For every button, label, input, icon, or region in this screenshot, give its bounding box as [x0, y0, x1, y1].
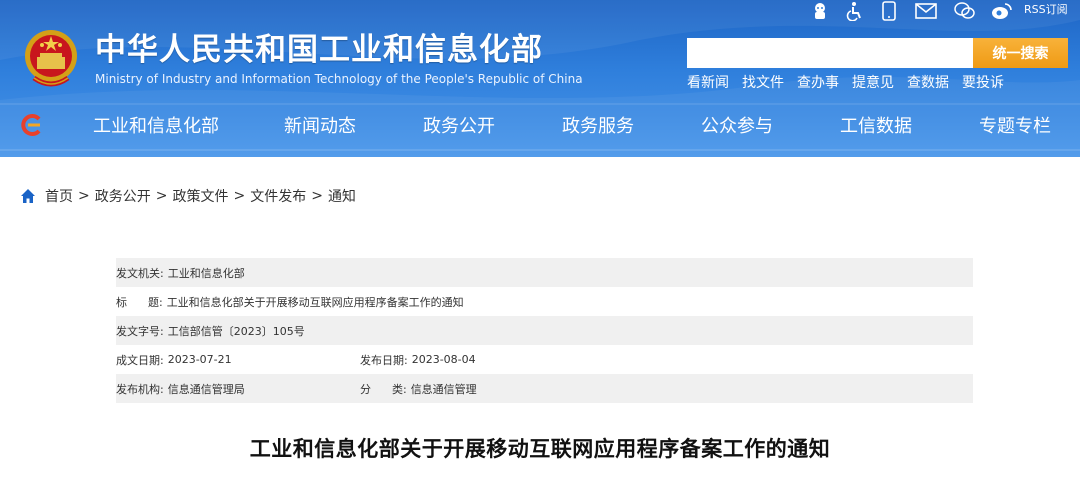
weibo-icon[interactable] — [990, 0, 1014, 22]
search-button[interactable]: 统一搜索 — [973, 38, 1068, 68]
nav-item-topics[interactable]: 专题专栏 — [979, 108, 1051, 146]
doc-number-value: 工信部信管〔2023〕105号 — [167, 324, 305, 338]
nav-item-participation[interactable]: 公众参与 — [701, 108, 773, 146]
national-emblem-icon[interactable] — [20, 26, 82, 92]
breadcrumb-government-affairs[interactable]: 政务公开 — [95, 186, 151, 206]
title-label: 标 题: — [116, 295, 163, 309]
quick-link-services[interactable]: 查办事 — [797, 74, 839, 92]
breadcrumb-separator: > — [78, 188, 90, 204]
wechat-icon[interactable] — [954, 0, 976, 22]
nav-item-news[interactable]: 新闻动态 — [284, 108, 356, 146]
nav-item-services[interactable]: 政务服务 — [562, 108, 634, 146]
document-metadata-table: 发文机关: 工业和信息化部 标 题: 工业和信息化部关于开展移动互联网应用程序备… — [116, 258, 973, 403]
robot-icon[interactable] — [810, 0, 830, 22]
breadcrumb-separator: > — [155, 188, 168, 204]
metadata-row-dates: 成文日期: 2023-07-21 发布日期: 2023-08-04 — [116, 345, 973, 374]
breadcrumb-separator: > — [311, 188, 323, 204]
site-header: 中华人民共和国工业和信息化部 Ministry of Industry and … — [0, 0, 1080, 157]
rss-link[interactable]: RSS订阅 — [1024, 2, 1068, 18]
category-value: 信息通信管理 — [410, 382, 477, 396]
title-value: 工业和信息化部关于开展移动互联网应用程序备案工作的通知 — [166, 295, 464, 309]
main-nav: 工业和信息化部 新闻动态 政务公开 政务服务 公众参与 工信数据 专题专栏 — [0, 108, 1080, 146]
breadcrumb-notice[interactable]: 通知 — [328, 186, 356, 206]
publish-date-value: 2023-08-04 — [411, 353, 476, 366]
org-label: 发布机构: — [116, 382, 164, 396]
quick-link-feedback[interactable]: 提意见 — [852, 74, 894, 92]
nav-item-data[interactable]: 工信数据 — [840, 108, 912, 146]
breadcrumb: 首页 > 政务公开 > 政策文件 > 文件发布 > 通知 — [20, 186, 356, 206]
written-date-value: 2023-07-21 — [167, 353, 232, 366]
site-title[interactable]: 中华人民共和国工业和信息化部 — [95, 32, 543, 68]
breadcrumb-policy-documents[interactable]: 政策文件 — [172, 186, 228, 206]
nav-item-ministry[interactable]: 工业和信息化部 — [93, 108, 219, 146]
mobile-icon[interactable] — [880, 0, 898, 22]
metadata-row-issuer: 发文机关: 工业和信息化部 — [116, 258, 973, 287]
org-value: 信息通信管理局 — [167, 382, 245, 396]
quick-link-news[interactable]: 看新闻 — [687, 74, 729, 92]
doc-number-label: 发文字号: — [116, 324, 164, 338]
quick-link-files[interactable]: 找文件 — [742, 74, 784, 92]
home-icon[interactable] — [20, 188, 36, 204]
nav-item-government-affairs[interactable]: 政务公开 — [423, 108, 495, 146]
metadata-row-doc-number: 发文字号: 工信部信管〔2023〕105号 — [116, 316, 973, 345]
breadcrumb-separator: > — [233, 188, 246, 204]
quick-links: 看新闻 找文件 查办事 提意见 查数据 要投诉 — [687, 74, 1017, 92]
metadata-row-org: 发布机构: 信息通信管理局 分 类: 信息通信管理 — [116, 374, 973, 403]
issuer-value: 工业和信息化部 — [167, 266, 245, 280]
article-title: 工业和信息化部关于开展移动互联网应用程序备案工作的通知 — [249, 437, 831, 461]
quick-link-data[interactable]: 查数据 — [907, 74, 949, 92]
search-input[interactable] — [687, 38, 974, 68]
mail-icon[interactable] — [914, 0, 938, 22]
publish-date-label: 发布日期: — [360, 353, 408, 367]
accessibility-icon[interactable] — [845, 0, 865, 22]
breadcrumb-home[interactable]: 首页 — [45, 186, 73, 206]
quick-link-complaint[interactable]: 要投诉 — [962, 74, 1004, 92]
written-date-label: 成文日期: — [116, 353, 164, 367]
issuer-label: 发文机关: — [116, 266, 164, 280]
metadata-row-title: 标 题: 工业和信息化部关于开展移动互联网应用程序备案工作的通知 — [116, 287, 973, 316]
breadcrumb-document-release[interactable]: 文件发布 — [250, 186, 306, 206]
site-subtitle: Ministry of Industry and Information Tec… — [95, 72, 583, 86]
category-label: 分 类: — [360, 382, 407, 396]
